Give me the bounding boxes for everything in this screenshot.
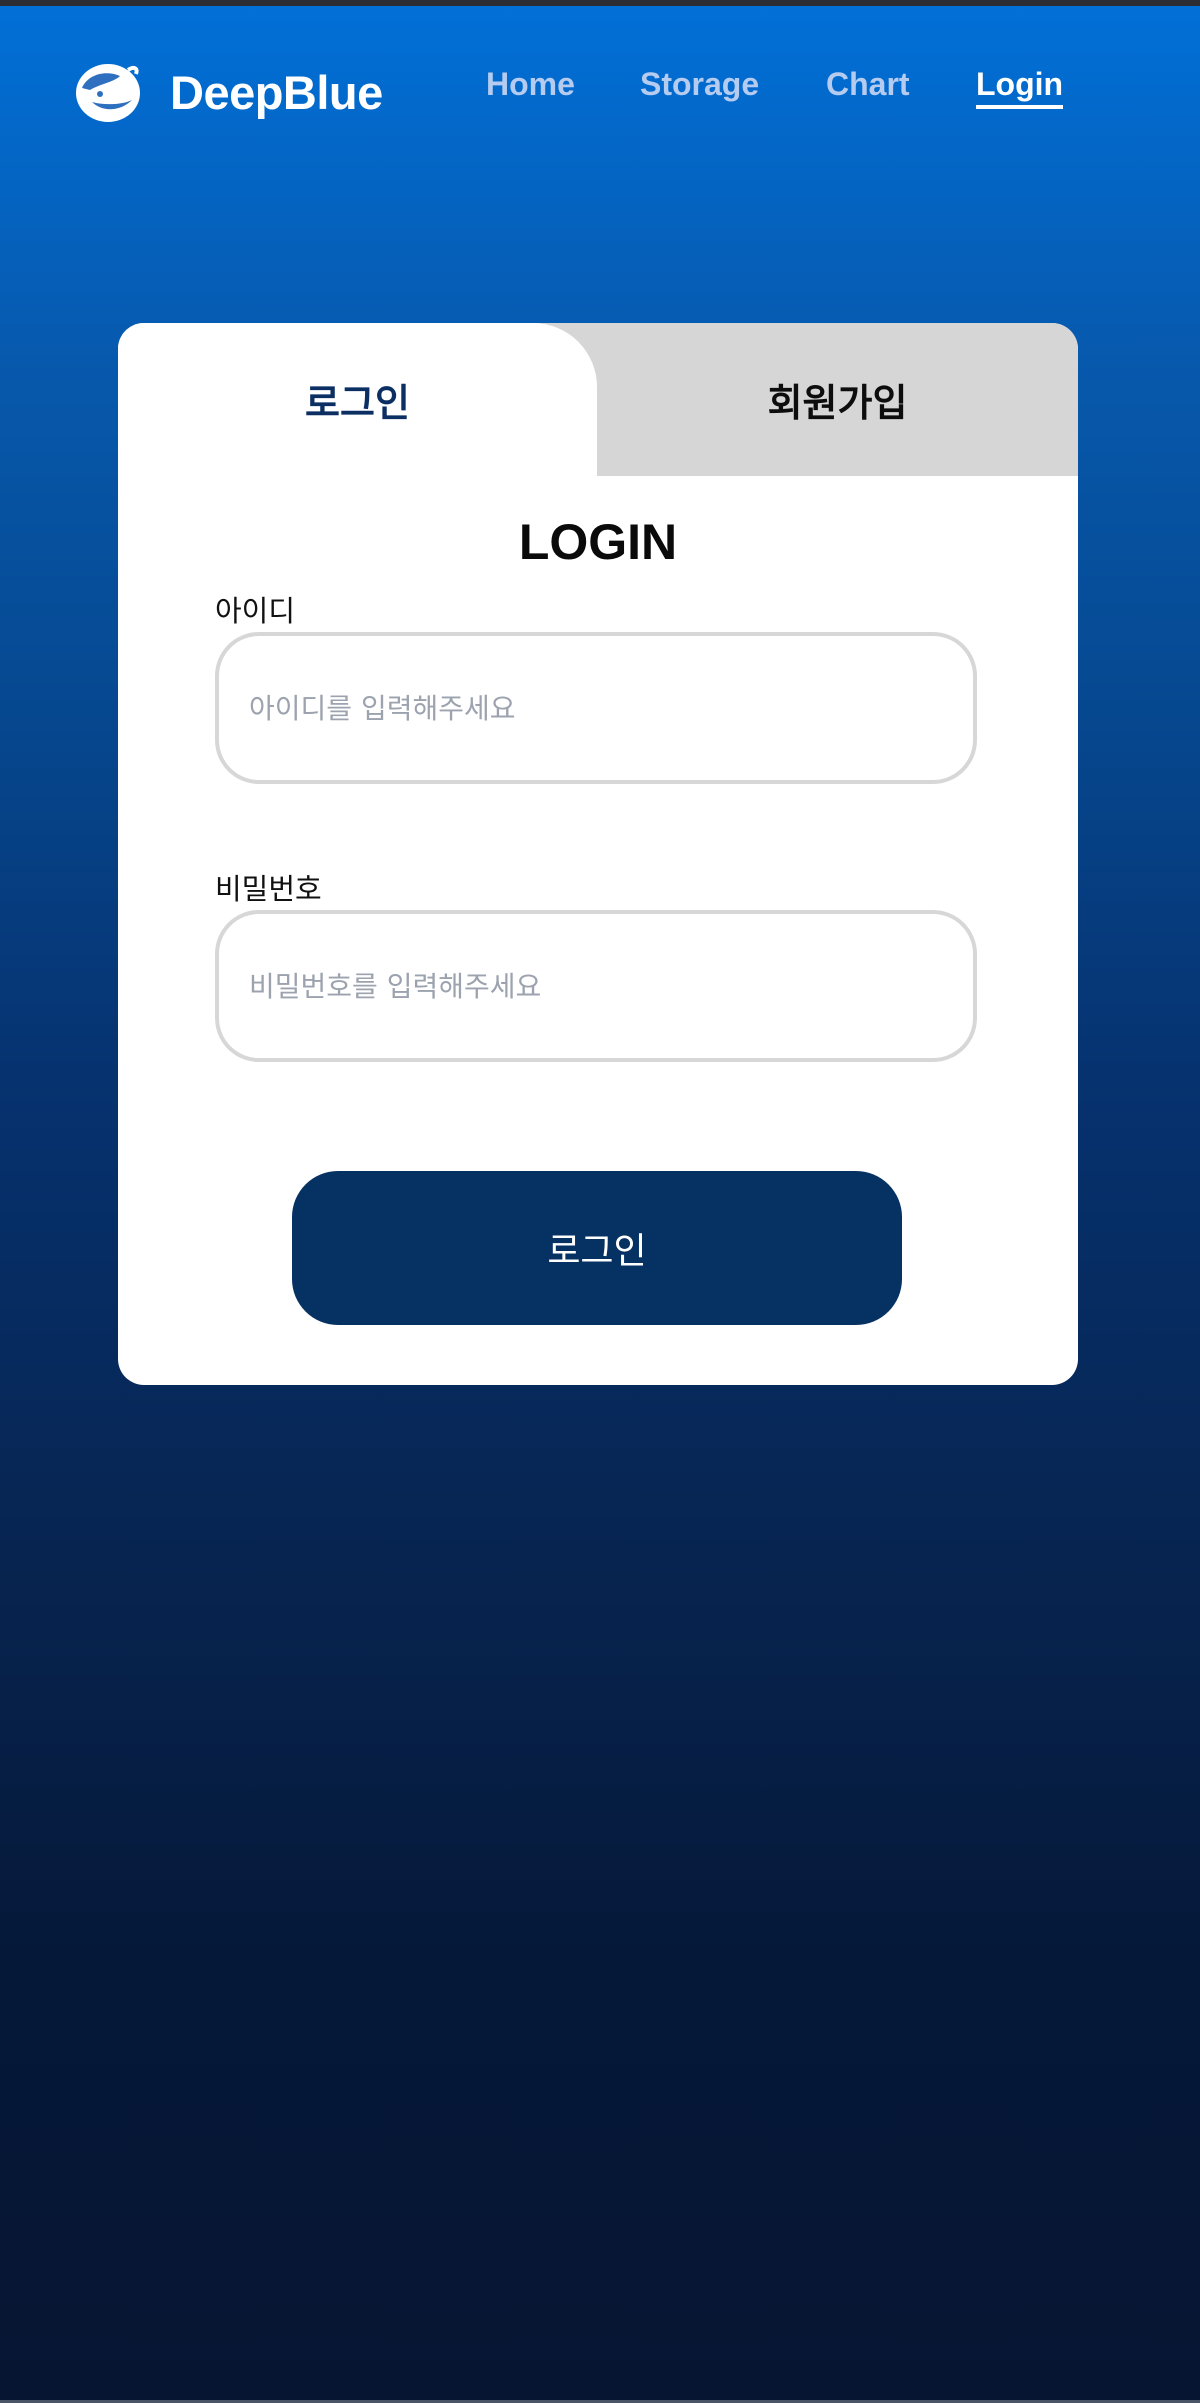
- brand-logo[interactable]: DeepBlue: [72, 60, 383, 124]
- nav-home[interactable]: Home: [486, 66, 575, 103]
- nav-chart[interactable]: Chart: [826, 66, 910, 103]
- auth-tabs: 회원가입 로그인: [118, 323, 1078, 476]
- id-input[interactable]: [215, 632, 977, 784]
- tab-login[interactable]: 로그인: [118, 323, 597, 476]
- whale-logo-icon: [76, 64, 140, 122]
- id-label: 아이디: [215, 594, 296, 628]
- form-title: LOGIN: [518, 514, 678, 570]
- window-top-bar: [0, 0, 1200, 6]
- tab-signup[interactable]: 회원가입: [597, 323, 1078, 476]
- brand-name: DeepBlue: [170, 65, 383, 119]
- nav-login[interactable]: Login: [976, 66, 1064, 109]
- password-input[interactable]: [215, 910, 977, 1062]
- password-label: 비밀번호: [215, 872, 322, 906]
- nav-storage[interactable]: Storage: [640, 66, 759, 103]
- login-card: 회원가입 로그인 LOGIN 아이디 비밀번호 로그인: [118, 323, 1078, 1385]
- login-submit-button[interactable]: 로그인: [292, 1171, 902, 1325]
